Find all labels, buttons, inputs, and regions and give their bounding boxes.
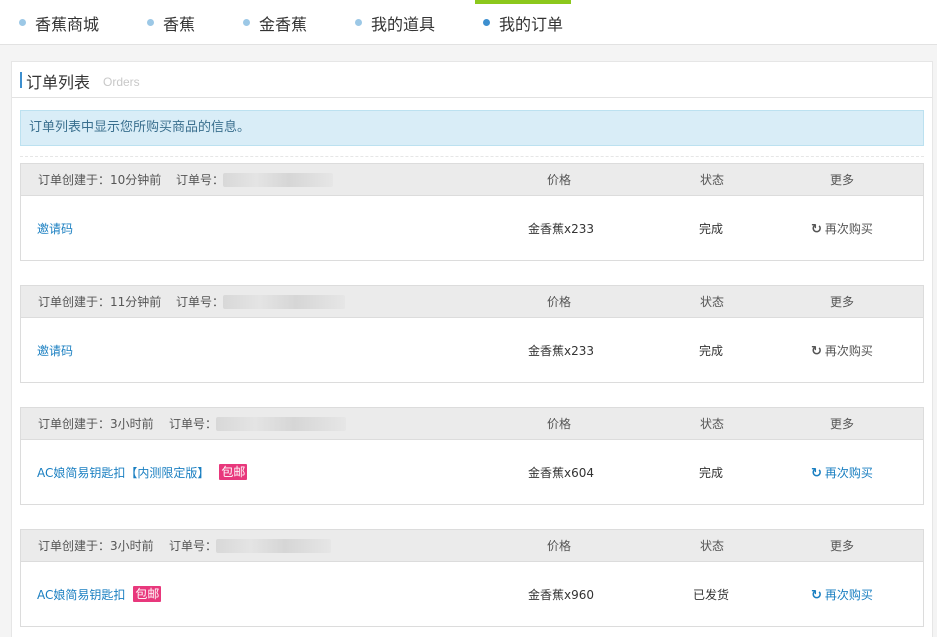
order-number-redacted [216, 417, 346, 431]
order-status: 完成 [699, 466, 724, 480]
order-header: 订单创建于：3小时前 订单号： 价格 状态 更多 [21, 408, 923, 440]
column-price: 价格 [547, 539, 572, 553]
order-price: 金香蕉x604 [528, 466, 595, 480]
rebuy-label: 再次购买 [824, 466, 873, 480]
refresh-icon: ↻ [811, 344, 822, 359]
order-card: 订单创建于：10分钟前 订单号： 价格 状态 更多 邀请码 金香蕉x233 完成… [20, 163, 924, 261]
tab-banana[interactable]: 香蕉 [147, 0, 195, 45]
tab-label: 我的道具 [371, 14, 436, 34]
order-item-link[interactable]: 邀请码 [37, 197, 73, 261]
column-price: 价格 [547, 295, 572, 309]
column-status: 状态 [700, 173, 725, 187]
order-item-link[interactable]: AC娘简易钥匙扣 包邮 [37, 563, 162, 627]
tab-dot-icon [243, 19, 250, 26]
tab-dot-icon [19, 19, 26, 26]
order-header: 订单创建于：3小时前 订单号： 价格 状态 更多 [21, 530, 923, 562]
tab-my-items[interactable]: 我的道具 [355, 0, 435, 45]
order-item-name: AC娘简易钥匙扣 [37, 588, 126, 602]
column-more: 更多 [830, 173, 855, 187]
order-number-label: 订单号： [176, 173, 225, 187]
order-number-label: 订单号： [169, 417, 218, 431]
rebuy-button[interactable]: ↻ 再次购买 [811, 319, 873, 384]
top-nav: 香蕉商城 香蕉 金香蕉 我的道具 我的订单 [0, 0, 937, 45]
order-body: AC娘简易钥匙扣 包邮 金香蕉x960 已发货 ↻ 再次购买 [21, 563, 923, 627]
info-notice: 订单列表中显示您所购买商品的信息。 [20, 110, 924, 146]
column-more: 更多 [830, 417, 855, 431]
free-shipping-badge: 包邮 [219, 464, 248, 480]
rebuy-button[interactable]: ↻ 再次购买 [811, 441, 873, 506]
rebuy-label: 再次购买 [824, 344, 873, 358]
order-price: 金香蕉x233 [528, 344, 595, 358]
rebuy-label: 再次购买 [824, 222, 873, 236]
tab-label: 我的订单 [499, 14, 564, 34]
order-body: AC娘简易钥匙扣【内测限定版】 包邮 金香蕉x604 完成 ↻ 再次购买 [21, 441, 923, 505]
tab-banana-mall[interactable]: 香蕉商城 [19, 0, 99, 45]
order-number-redacted [216, 539, 331, 553]
column-price: 价格 [547, 173, 572, 187]
tab-label: 香蕉商城 [35, 14, 100, 34]
tab-dot-icon [147, 19, 154, 26]
tab-dot-icon [355, 19, 362, 26]
rebuy-label: 再次购买 [824, 588, 873, 602]
panel-title: 订单列表 [26, 73, 91, 92]
order-item-link[interactable]: AC娘简易钥匙扣【内测限定版】 包邮 [37, 441, 248, 505]
order-created-time: 订单创建于：10分钟前 [38, 173, 162, 187]
column-more: 更多 [830, 295, 855, 309]
divider [20, 156, 924, 157]
order-status: 已发货 [693, 588, 730, 602]
order-status: 完成 [699, 344, 724, 358]
order-header: 订单创建于：10分钟前 订单号： 价格 状态 更多 [21, 164, 923, 196]
order-item-name: AC娘简易钥匙扣【内测限定版】 [37, 466, 210, 480]
tab-label: 香蕉 [163, 14, 196, 34]
panel-header: 订单列表 Orders [12, 62, 932, 98]
order-created-time: 订单创建于：3小时前 [38, 539, 154, 553]
rebuy-button[interactable]: ↻ 再次购买 [811, 197, 873, 262]
order-number-label: 订单号： [169, 539, 218, 553]
order-number-redacted [223, 173, 333, 187]
refresh-icon: ↻ [811, 588, 822, 603]
order-created-time: 订单创建于：11分钟前 [38, 295, 162, 309]
order-item-name: 邀请码 [37, 344, 74, 358]
order-item-name: 邀请码 [37, 222, 74, 236]
column-status: 状态 [700, 417, 725, 431]
refresh-icon: ↻ [811, 222, 822, 237]
panel-subtitle: Orders [103, 75, 140, 89]
order-status: 完成 [699, 222, 724, 236]
order-body: 邀请码 金香蕉x233 完成 ↻ 再次购买 [21, 319, 923, 383]
order-card: 订单创建于：11分钟前 订单号： 价格 状态 更多 邀请码 金香蕉x233 完成… [20, 285, 924, 383]
order-body: 邀请码 金香蕉x233 完成 ↻ 再次购买 [21, 197, 923, 261]
title-accent-bar [20, 72, 22, 88]
order-number-label: 订单号： [176, 295, 225, 309]
order-card: 订单创建于：3小时前 订单号： 价格 状态 更多 AC娘简易钥匙扣 包邮 金香蕉x… [20, 529, 924, 627]
column-more: 更多 [830, 539, 855, 553]
refresh-icon: ↻ [811, 466, 822, 481]
tab-label: 金香蕉 [259, 14, 308, 34]
free-shipping-badge: 包邮 [133, 586, 162, 602]
order-item-link[interactable]: 邀请码 [37, 319, 73, 383]
column-status: 状态 [700, 539, 725, 553]
order-card: 订单创建于：3小时前 订单号： 价格 状态 更多 AC娘简易钥匙扣【内测限定版】… [20, 407, 924, 505]
tab-dot-icon [483, 19, 490, 26]
orders-panel: 订单列表 Orders 订单列表中显示您所购买商品的信息。 订单创建于：10分钟… [11, 61, 933, 637]
order-price: 金香蕉x960 [528, 588, 595, 602]
order-number-redacted [223, 295, 345, 309]
column-price: 价格 [547, 417, 572, 431]
rebuy-button[interactable]: ↻ 再次购买 [811, 563, 873, 628]
column-status: 状态 [700, 295, 725, 309]
tab-my-orders[interactable]: 我的订单 [483, 0, 563, 45]
order-price: 金香蕉x233 [528, 222, 595, 236]
tab-gold-banana[interactable]: 金香蕉 [243, 0, 307, 45]
order-created-time: 订单创建于：3小时前 [38, 417, 154, 431]
order-header: 订单创建于：11分钟前 订单号： 价格 状态 更多 [21, 286, 923, 318]
